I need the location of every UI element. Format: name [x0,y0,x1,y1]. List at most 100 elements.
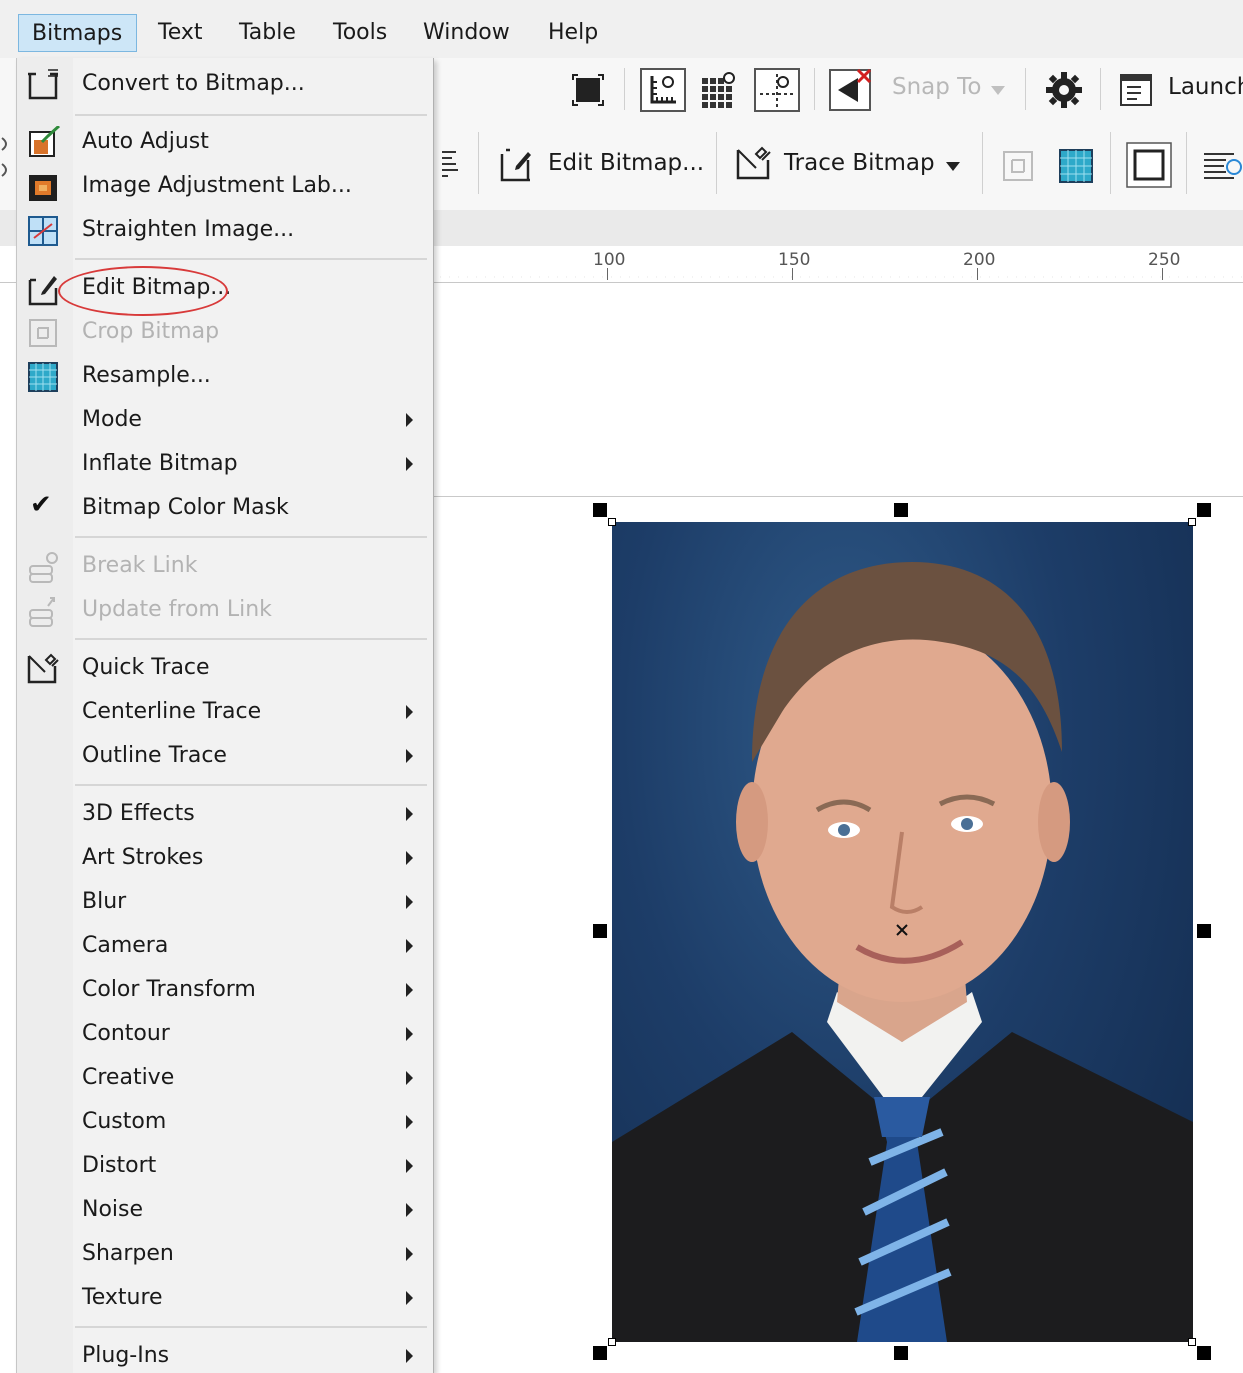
checkmark-icon: ✔ [30,490,52,520]
edit-bitmap-label[interactable]: Edit Bitmap... [548,150,704,176]
menu-item-blur[interactable]: Blur [17,880,433,924]
trace-bitmap-label[interactable]: Trace Bitmap [784,150,935,176]
grid-icon[interactable] [698,70,738,110]
selection-handle[interactable] [593,924,607,938]
straighten-image-icon [28,216,58,246]
crop-bitmap-icon [29,319,57,347]
submenu-arrow-icon [406,851,413,865]
quick-trace-icon [27,653,59,684]
submenu-arrow-icon [406,1349,413,1363]
menu-item-break-link[interactable]: Break Link [17,544,433,588]
menu-help[interactable]: Help [535,14,611,52]
ruler-major-tick [792,268,793,280]
menu-item-centerline-trace[interactable]: Centerline Trace [17,690,433,734]
menu-window[interactable]: Window [410,14,523,52]
submenu-arrow-icon [406,457,413,471]
docker-edge-icon [1,137,7,177]
menu-item-mode[interactable]: Mode [17,398,433,442]
selection-handle[interactable] [1197,1346,1211,1360]
chevron-down-icon[interactable] [946,162,960,171]
toolbar-separator [1025,68,1026,110]
menu-item-crop-bitmap[interactable]: Crop Bitmap [17,310,433,354]
menu-item-noise[interactable]: Noise [17,1188,433,1232]
launch-icon[interactable] [1118,72,1154,108]
submenu-arrow-icon [406,413,413,427]
portrait-photo[interactable] [612,522,1193,1342]
submenu-arrow-icon [406,939,413,953]
toolbar-separator [1110,132,1111,194]
convert-to-bitmap-icon [28,69,58,100]
image-adjustment-lab-icon [29,175,57,201]
bitmaps-menu: Convert to Bitmap... Auto Adjust Image A… [16,58,434,1373]
node-marker [1188,1338,1196,1346]
menu-table[interactable]: Table [226,14,309,52]
selection-handle[interactable] [1197,924,1211,938]
submenu-arrow-icon [406,895,413,909]
full-screen-icon[interactable] [570,72,606,108]
trace-bitmap-icon[interactable] [734,144,776,184]
menu-separator [75,258,427,260]
menu-item-creative[interactable]: Creative [17,1056,433,1100]
snap-to-label[interactable]: Snap To [892,74,981,100]
crop-bitmap-icon[interactable] [1000,148,1036,184]
submenu-arrow-icon [406,983,413,997]
bitmap-frame-icon[interactable] [1126,142,1172,188]
ruler-major-tick [1162,268,1163,280]
launch-label[interactable]: Launch [1168,74,1243,100]
selection-handle[interactable] [1197,503,1211,517]
rulers-icon[interactable] [640,68,686,112]
ruler-label: 200 [963,250,996,270]
chevron-down-icon[interactable] [991,86,1005,95]
menu-item-custom[interactable]: Custom [17,1100,433,1144]
gear-icon[interactable] [1044,70,1084,110]
selection-handle[interactable] [593,1346,607,1360]
selection-handle[interactable] [593,503,607,517]
submenu-arrow-icon [406,1027,413,1041]
toolbar-separator [982,132,983,194]
toolbar-separator [1186,132,1187,194]
menu-item-sharpen[interactable]: Sharpen [17,1232,433,1276]
menu-item-3d-effects[interactable]: 3D Effects [17,792,433,836]
page-border [432,496,1243,497]
menu-item-texture[interactable]: Texture [17,1276,433,1320]
menu-item-auto-adjust[interactable]: Auto Adjust [17,120,433,164]
selection-handle[interactable] [894,1346,908,1360]
menu-item-resample[interactable]: Resample... [17,354,433,398]
menu-item-contour[interactable]: Contour [17,1012,433,1056]
menu-item-camera[interactable]: Camera [17,924,433,968]
menu-item-convert-to-bitmap[interactable]: Convert to Bitmap... [17,62,433,106]
toolbar-separator [814,68,815,110]
edit-bitmap-icon[interactable] [498,146,536,184]
toolbar-separator [1100,68,1101,110]
menu-item-update-from-link[interactable]: Update from Link [17,588,433,632]
menu-separator [75,536,427,538]
menu-item-bitmap-color-mask[interactable]: ✔ Bitmap Color Mask [17,486,433,530]
guidelines-icon[interactable] [754,68,800,112]
menu-item-outline-trace[interactable]: Outline Trace [17,734,433,778]
menu-separator [75,784,427,786]
menu-bitmaps[interactable]: Bitmaps [18,14,137,52]
menu-item-plug-ins[interactable]: Plug-Ins [17,1334,433,1373]
menu-item-inflate-bitmap[interactable]: Inflate Bitmap [17,442,433,486]
bitmap-options-icon[interactable] [438,148,462,180]
menu-item-color-transform[interactable]: Color Transform [17,968,433,1012]
wrap-text-icon[interactable] [1202,150,1243,184]
toolbar-separator [716,132,717,194]
menu-item-quick-trace[interactable]: Quick Trace [17,646,433,690]
center-marker-icon [896,924,908,936]
menu-item-distort[interactable]: Distort [17,1144,433,1188]
menu-separator [75,1326,427,1328]
toolbar-separator [624,68,625,110]
break-link-icon [29,552,58,583]
menu-item-art-strokes[interactable]: Art Strokes [17,836,433,880]
edit-bitmap-icon [28,276,58,306]
menu-tools[interactable]: Tools [320,14,400,52]
menu-bar: Bitmaps Text Table Tools Window Help [0,0,1243,59]
menu-item-image-adjustment-lab[interactable]: Image Adjustment Lab... [17,164,433,208]
menu-text[interactable]: Text [145,14,216,52]
ruler-major-tick [977,268,978,280]
selection-handle[interactable] [894,503,908,517]
resample-icon[interactable] [1056,146,1096,186]
snap-off-icon[interactable] [828,66,874,112]
menu-item-straighten-image[interactable]: Straighten Image... [17,208,433,252]
